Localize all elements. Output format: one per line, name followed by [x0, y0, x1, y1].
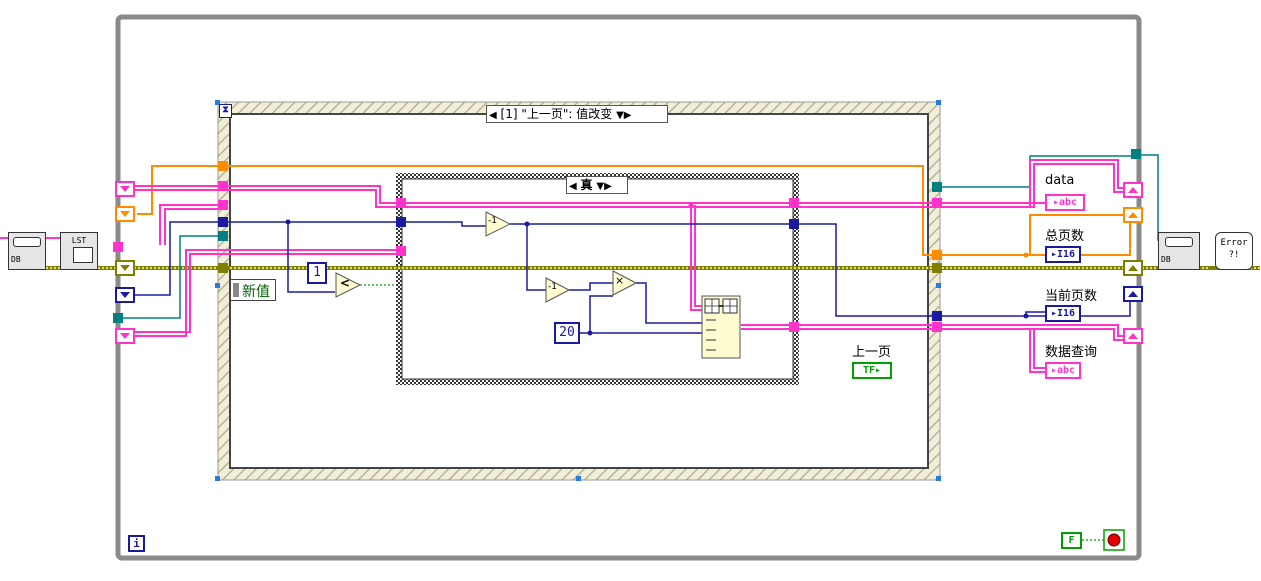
- loop-iteration-terminal: i: [128, 535, 145, 552]
- case-selector-prev-icon[interactable]: ◀: [569, 181, 577, 192]
- decrement-a-label: -1: [488, 216, 497, 226]
- current-page-type: I16: [1056, 308, 1076, 319]
- event-selector[interactable]: ◀ [1] "上一页": 值改变 ▼▶: [486, 105, 668, 123]
- current-page-indicator[interactable]: ▸I16: [1045, 305, 1081, 322]
- case-selector-label: 真: [580, 178, 593, 192]
- data-query-label: 数据查询: [1045, 345, 1098, 360]
- decrement-b-label: -1: [548, 282, 557, 292]
- db-list-label: LST: [71, 236, 87, 245]
- db-list-subvi-icon[interactable]: LST: [60, 232, 98, 270]
- stop-terminal: [1103, 529, 1125, 551]
- data-indicator-type: abc: [1058, 197, 1078, 208]
- less-than-label: <: [340, 276, 351, 290]
- array-subset-node: [701, 295, 741, 359]
- case-selector-dropdown-icon[interactable]: ▼: [596, 181, 604, 192]
- const-twenty[interactable]: 20: [554, 322, 580, 344]
- data-query-type: abc: [1056, 365, 1076, 376]
- case-selector-next-icon[interactable]: ▶: [604, 181, 612, 192]
- cluster-wire: [113, 235, 223, 319]
- table-icon: [73, 247, 93, 263]
- event-selector-label: [1] "上一页": 值改变: [500, 107, 613, 121]
- prev-page-button-label: 上一页: [852, 345, 892, 360]
- event-timeout-icon: ⧗: [219, 104, 232, 118]
- db-connector-icon-2: [1165, 237, 1193, 247]
- total-pages-type: I16: [1056, 249, 1076, 260]
- newval-label: 新值: [242, 284, 270, 300]
- total-pages-indicator[interactable]: ▸I16: [1045, 246, 1081, 263]
- data-query-indicator[interactable]: ▸abc: [1045, 362, 1081, 379]
- prev-page-button-terminal[interactable]: TF▸: [852, 362, 892, 379]
- db-connector-icon: [13, 237, 41, 247]
- case-selector[interactable]: ◀ 真 ▼▶: [566, 176, 628, 194]
- const-one[interactable]: 1: [307, 262, 327, 284]
- current-page-label: 当前页数: [1045, 289, 1098, 304]
- error-handler-subvi-icon[interactable]: Error ?!: [1215, 232, 1253, 270]
- newval-terminal-icon: [233, 283, 239, 297]
- data-indicator[interactable]: ▸abc: [1045, 194, 1085, 211]
- total-pages-label: 总页数: [1045, 229, 1085, 244]
- db-close-label: DB: [1161, 255, 1171, 264]
- db-open-subvi-icon[interactable]: DB: [8, 232, 46, 270]
- data-indicator-label: data: [1045, 173, 1075, 188]
- event-data-node-newval[interactable]: 新值: [230, 279, 276, 301]
- const-false[interactable]: F: [1061, 532, 1082, 549]
- prev-page-button-type: TF: [862, 365, 875, 376]
- event-selector-dropdown-icon[interactable]: ▼: [616, 110, 624, 121]
- iteration-label: i: [133, 537, 140, 550]
- db-close-subvi-icon[interactable]: DB: [1158, 232, 1200, 270]
- shift-registers-left: [113, 181, 135, 344]
- error-handler-label: Error ?!: [1220, 238, 1248, 260]
- db-open-label: DB: [11, 255, 21, 264]
- bool-arrow-icon: ▸: [875, 365, 882, 376]
- multiply-label: ×: [615, 274, 625, 287]
- event-selector-next-icon[interactable]: ▶: [624, 110, 632, 121]
- event-selector-prev-icon[interactable]: ◀: [489, 110, 497, 121]
